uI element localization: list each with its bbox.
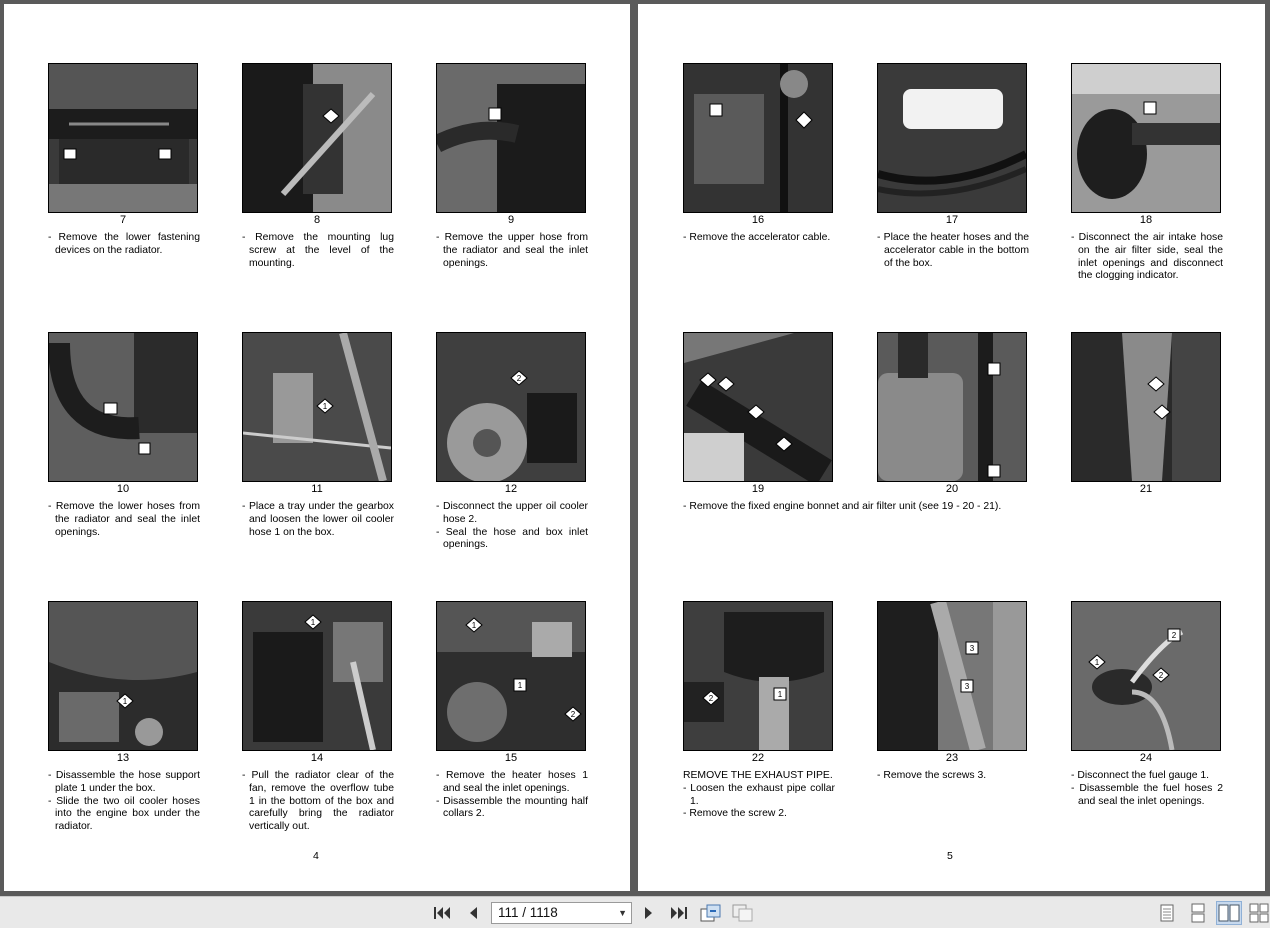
- figure-13-photo: 1: [48, 601, 198, 751]
- page-indicator: 111 / 1118: [498, 905, 558, 920]
- figure-caption: - Place the heater hoses and the acceler…: [877, 232, 1029, 269]
- callout-label: 2: [709, 694, 714, 703]
- navigation-toolbar: 111 / 1118 ▼: [0, 896, 1270, 928]
- figure-22-photo: 12: [683, 601, 833, 751]
- page-number: 5: [947, 850, 953, 862]
- page-divider: [630, 0, 638, 896]
- page-number-input[interactable]: 111 / 1118 ▼: [491, 902, 632, 924]
- figure-9-photo: [436, 63, 586, 213]
- figure-caption: - Place a tray under the gearbox and loo…: [242, 501, 394, 538]
- figure-number: 22: [751, 752, 765, 764]
- figure-number: 16: [751, 214, 765, 226]
- figure-caption: - Remove the lower fastening devices on …: [48, 232, 200, 256]
- figure-number: 23: [945, 752, 959, 764]
- figure-caption: - Pull the radiator clear of the fan, re…: [242, 770, 394, 833]
- figure-caption: - Remove the accelerator cable.: [683, 232, 831, 243]
- figure-14-photo: 1: [242, 601, 392, 751]
- callout-label: 1: [311, 618, 316, 627]
- figure-number: 15: [504, 752, 518, 764]
- figure-caption: - Remove the screws 3.: [877, 770, 987, 781]
- back-view-icon: [700, 904, 721, 922]
- figure-caption: - Remove the upper hose from the radiato…: [436, 232, 588, 269]
- figure-caption: - Disconnect the air intake hose on the …: [1071, 232, 1223, 282]
- continuous-facing-icon: [1249, 903, 1268, 923]
- figure-caption: - Remove the heater hoses 1 and seal the…: [436, 770, 588, 820]
- figure-caption: - Disassemble the hose support plate 1 u…: [48, 770, 200, 833]
- go-forward-view-button[interactable]: [732, 903, 754, 923]
- figure-19-photo: [683, 332, 833, 482]
- continuous-page-icon: [1191, 903, 1205, 923]
- figure-10-photo: [48, 332, 198, 482]
- figure-caption: - Disconnect the fuel gauge 1. - Disassem…: [1071, 770, 1223, 807]
- callout-label: 1: [1095, 658, 1100, 667]
- figure-number: 17: [945, 214, 959, 226]
- callout-label: 2: [1172, 631, 1177, 640]
- figure-number: 21: [1139, 483, 1153, 495]
- figure-11-photo: 1: [242, 332, 392, 482]
- figure-number: 19: [751, 483, 765, 495]
- callout-label: 1: [518, 681, 523, 690]
- previous-page-icon: [470, 907, 477, 919]
- figure-8-photo: [242, 63, 392, 213]
- single-page-view-button[interactable]: [1154, 901, 1180, 925]
- callout-label: 2: [1159, 671, 1164, 680]
- callout-label: 1: [323, 402, 328, 411]
- facing-pages-icon: [1218, 904, 1240, 922]
- callout-label: 1: [778, 690, 783, 699]
- figure-16-photo: [683, 63, 833, 213]
- figure-caption: REMOVE THE EXHAUST PIPE. - Loosen the exh…: [683, 770, 835, 820]
- figure-number: 20: [945, 483, 959, 495]
- figure-caption: - Disconnect the upper oil cooler hose 2…: [436, 501, 588, 551]
- figure-number: 8: [313, 214, 321, 226]
- figure-number: 9: [507, 214, 515, 226]
- single-page-icon: [1160, 904, 1174, 922]
- last-page-button[interactable]: [668, 903, 690, 923]
- figure-group-caption: - Remove the fixed engine bonnet and air…: [683, 501, 1002, 512]
- continuous-facing-view-button[interactable]: [1247, 901, 1270, 925]
- figure-caption: - Remove the mounting lug screw at the l…: [242, 232, 394, 269]
- figure-number: 7: [119, 214, 127, 226]
- figure-21-photo: [1071, 332, 1221, 482]
- figure-15-photo: 1 1 2: [436, 601, 586, 751]
- first-page-icon: [434, 907, 450, 919]
- previous-page-button[interactable]: [462, 903, 484, 923]
- figure-number: 13: [116, 752, 130, 764]
- figure-12-photo: 2: [436, 332, 586, 482]
- figure-20-photo: [877, 332, 1027, 482]
- figure-number: 12: [504, 483, 518, 495]
- figure-7-photo: [48, 63, 198, 213]
- chevron-down-icon[interactable]: ▼: [618, 903, 627, 923]
- figure-24-photo: 2 1 2: [1071, 601, 1221, 751]
- forward-view-icon: [732, 904, 753, 922]
- figure-number: 11: [311, 483, 323, 495]
- facing-pages-view-button[interactable]: [1216, 901, 1242, 925]
- callout-label: 2: [571, 710, 576, 719]
- callout-label: 1: [472, 621, 477, 630]
- callout-label: 3: [970, 644, 975, 653]
- figure-number: 14: [310, 752, 324, 764]
- figure-number: 10: [116, 483, 130, 495]
- page-left: 7 - Remove the lower fastening devices o…: [4, 4, 630, 891]
- callout-label: 1: [123, 697, 128, 706]
- next-page-icon: [645, 907, 652, 919]
- callout-label: 2: [517, 374, 522, 383]
- callout-label: 3: [965, 682, 970, 691]
- figure-number: 18: [1139, 214, 1153, 226]
- last-page-icon: [671, 907, 687, 919]
- next-page-button[interactable]: [638, 903, 660, 923]
- first-page-button[interactable]: [431, 903, 453, 923]
- figure-18-photo: [1071, 63, 1221, 213]
- figure-caption: - Remove the lower hoses from the radiat…: [48, 501, 200, 538]
- figure-23-photo: 33: [877, 601, 1027, 751]
- document-viewport[interactable]: 7 - Remove the lower fastening devices o…: [0, 0, 1270, 896]
- page-number: 4: [313, 850, 319, 862]
- figure-number: 24: [1139, 752, 1153, 764]
- go-back-view-button[interactable]: [700, 903, 722, 923]
- continuous-view-button[interactable]: [1185, 901, 1211, 925]
- page-right: 16 - Remove the accelerator cable. 17 - …: [638, 4, 1265, 891]
- figure-17-photo: [877, 63, 1027, 213]
